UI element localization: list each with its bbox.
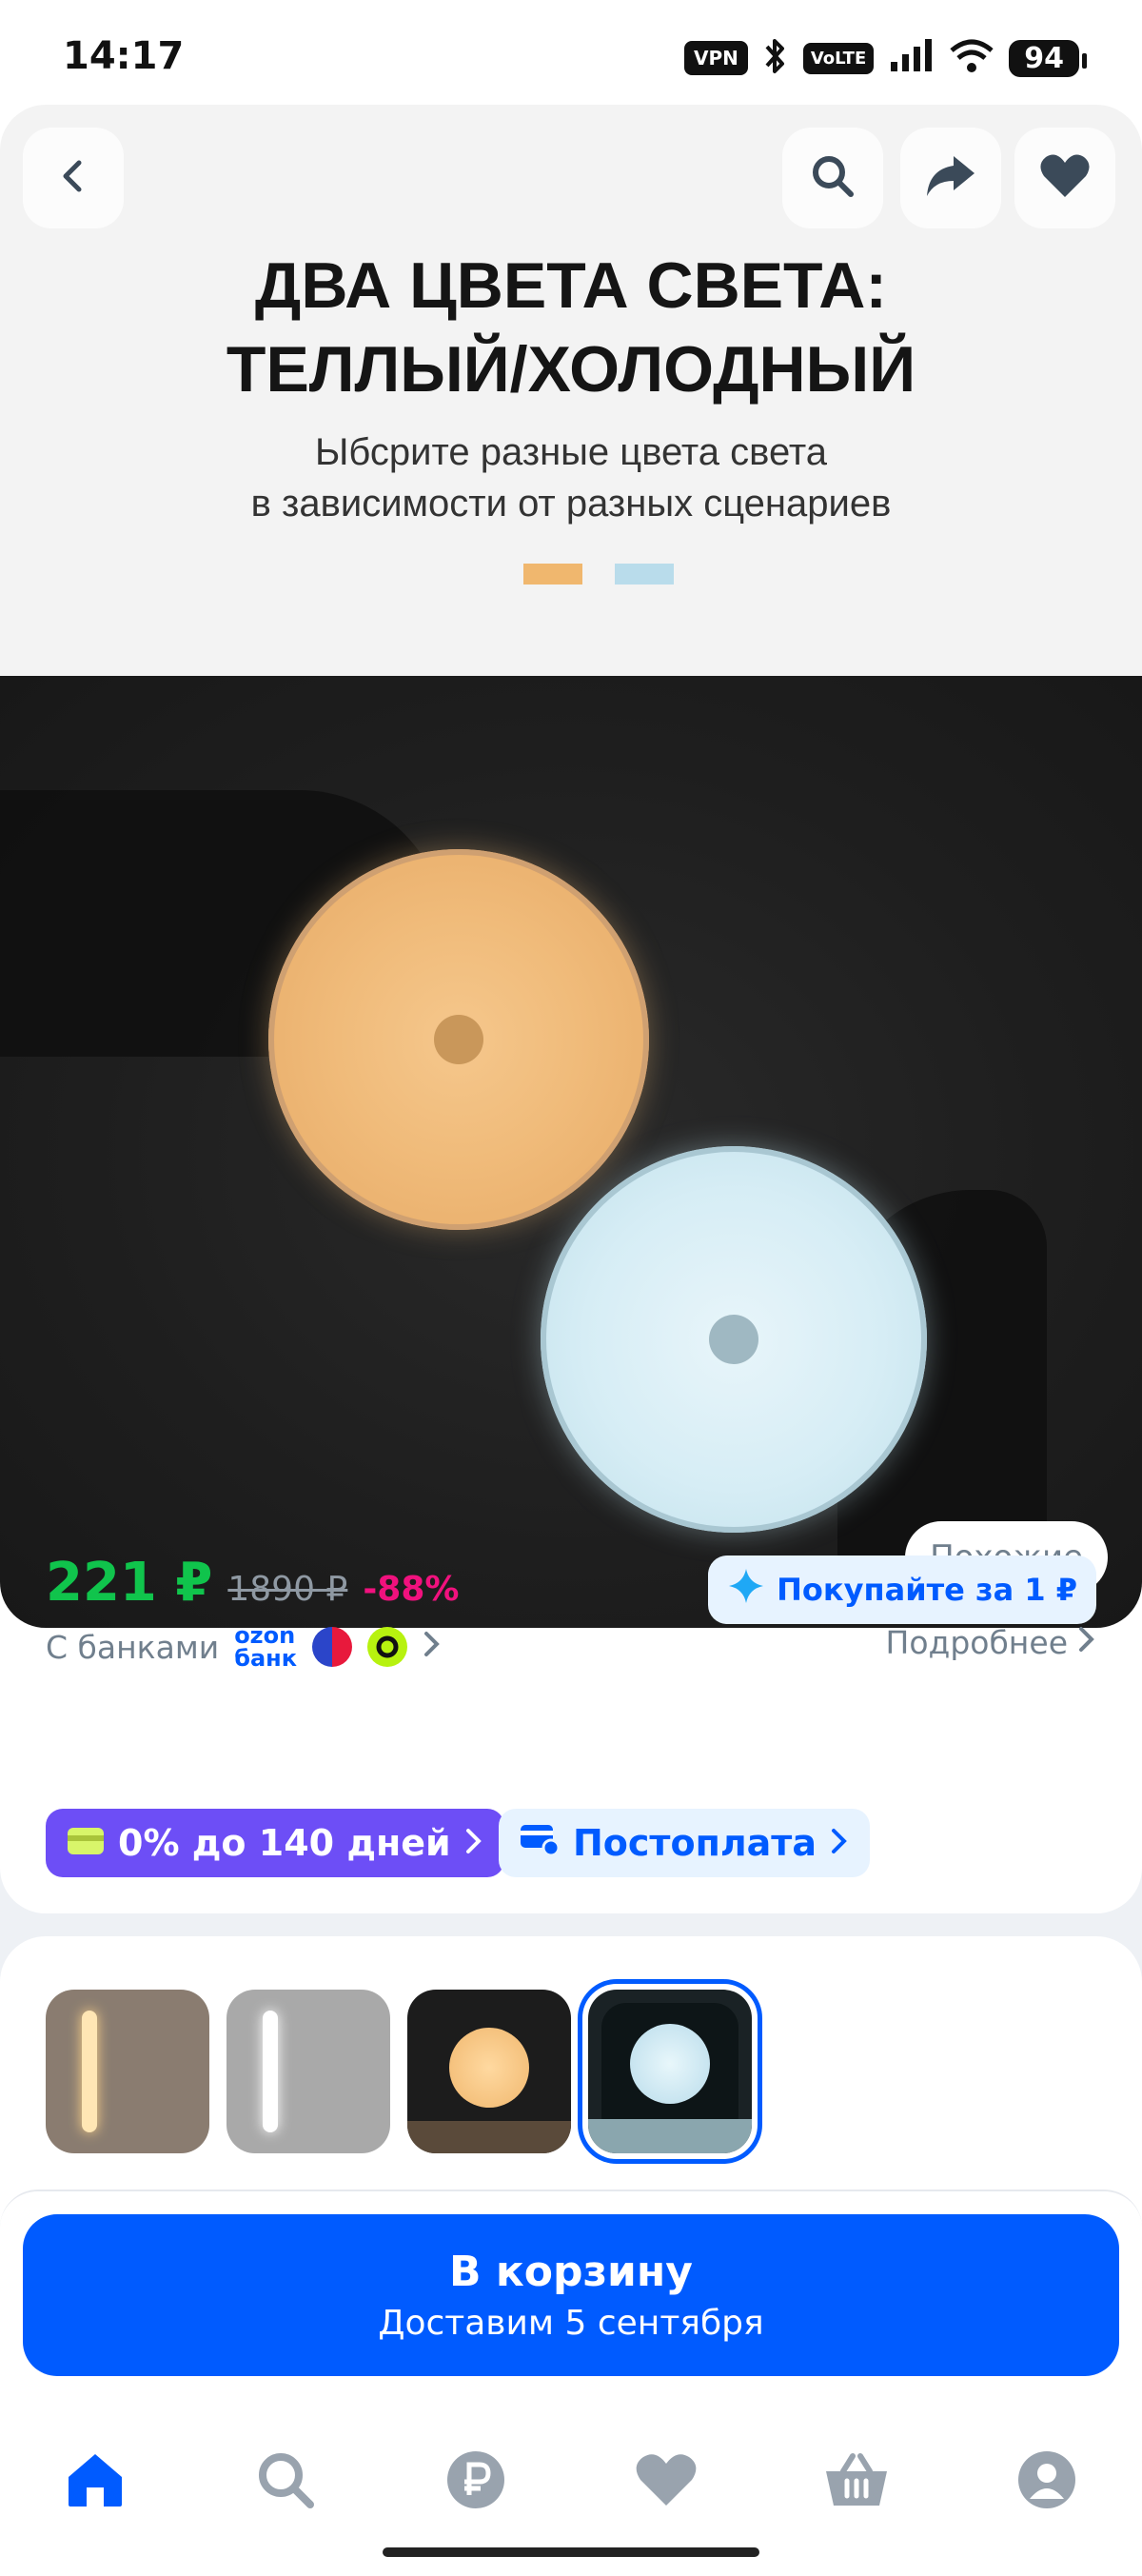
status-icons: VPN VoLTE 94	[683, 34, 1087, 82]
heart-icon	[635, 2452, 698, 2511]
disc-sensor	[709, 1315, 758, 1364]
banner-subtitle-line-2: в зависимости от разных сценариев	[250, 483, 892, 525]
status-bar: 14:17 VPN VoLTE 94	[0, 0, 1142, 105]
search-button[interactable]	[782, 128, 883, 228]
disc-sensor	[434, 1015, 483, 1064]
add-to-cart-button[interactable]: В корзину Доставим 5 сентября	[23, 2214, 1119, 2376]
banner-subtitle: Ыбсрите разные цвета света в зависимости…	[0, 426, 1142, 529]
color-swatches	[523, 564, 674, 585]
cool-light-disc	[541, 1146, 927, 1533]
share-button[interactable]	[900, 128, 1001, 228]
ozon-bank-logo-line-2: банк	[234, 1645, 298, 1672]
variant-thumb-cool-bar[interactable]	[226, 1990, 390, 2153]
more-label: Подробнее	[885, 1624, 1069, 1661]
basket-icon	[824, 2452, 889, 2511]
bluetooth-icon	[763, 37, 788, 79]
warm-swatch	[523, 564, 582, 585]
variant-thumb-cool-disc[interactable]	[578, 1979, 762, 2164]
disc-light-shape	[449, 2028, 529, 2108]
postpay-icon	[520, 1822, 561, 1864]
product-gallery[interactable]: ДВА ЦВЕТА СВЕТА: ТЕЛЛЫЙ/ХОЛОДНЫЙ Ыбсрите…	[0, 105, 1142, 1628]
chevron-right-icon	[423, 1628, 442, 1667]
volte-badge: VoLTE	[802, 42, 875, 74]
bank-logo	[367, 1627, 408, 1667]
share-icon	[925, 154, 976, 202]
banner-headline: ДВА ЦВЕТА СВЕТА: ТЕЛЛЫЙ/ХОЛОДНЫЙ	[0, 244, 1142, 411]
chevron-right-icon	[830, 1822, 849, 1864]
wifi-icon	[950, 39, 994, 77]
battery-indicator: 94	[1009, 39, 1087, 77]
profile-icon	[1016, 2449, 1077, 2514]
old-price: 1890 ₽	[227, 1570, 348, 1609]
installment-button[interactable]: 0% до 140 дней	[46, 1809, 504, 1877]
promo-pill[interactable]: Покупайте за 1 ₽	[708, 1556, 1096, 1624]
cart-title: В корзину	[449, 2248, 693, 2296]
variant-thumb-warm-disc[interactable]	[407, 1990, 571, 2153]
chevron-right-icon	[464, 1822, 483, 1864]
banner-subtitle-line-1: Ыбсрите разные цвета света	[315, 431, 827, 473]
search-icon	[255, 2449, 316, 2514]
favorite-button[interactable]	[1014, 128, 1115, 228]
vpn-badge: VPN	[683, 41, 748, 75]
product-photo	[0, 676, 1142, 1628]
more-link[interactable]: Подробнее	[886, 1624, 1097, 1661]
product-card: ДВА ЦВЕТА СВЕТА: ТЕЛЛЫЙ/ХОЛОДНЫЙ Ыбсрите…	[0, 105, 1142, 1913]
cart-delivery-date: Доставим 5 сентября	[378, 2304, 764, 2343]
discount-badge: -88%	[363, 1570, 460, 1609]
home-indicator[interactable]	[383, 2547, 759, 2557]
chevron-right-icon	[1077, 1624, 1096, 1661]
variant-thumb-warm-bar[interactable]	[46, 1990, 209, 2153]
postpay-label: Постоплата	[573, 1822, 817, 1864]
ozon-bank-logo-line-1: ozon	[234, 1622, 296, 1649]
search-icon	[809, 152, 856, 204]
ozon-bank-logo: ozon банк	[234, 1624, 297, 1670]
nav-finance[interactable]	[423, 2429, 528, 2534]
current-price: 221 ₽	[46, 1552, 213, 1614]
banks-row[interactable]: С банками ozon банк	[46, 1624, 442, 1670]
disc-light-shape	[630, 2024, 710, 2104]
back-icon	[54, 157, 92, 199]
nav-cart[interactable]	[804, 2429, 909, 2534]
nav-profile[interactable]	[994, 2429, 1099, 2534]
banks-label: С банками	[46, 1628, 220, 1666]
bank-logo	[312, 1627, 353, 1667]
warm-light-disc	[268, 849, 649, 1230]
promo-label: Покупайте за 1 ₽	[777, 1572, 1077, 1608]
bar-light-shape	[82, 2011, 97, 2132]
heart-icon	[1039, 153, 1091, 203]
bar-light-shape	[263, 2011, 278, 2132]
nav-home[interactable]	[43, 2429, 148, 2534]
back-button[interactable]	[23, 128, 124, 228]
signal-icon	[889, 39, 935, 77]
sparkle-icon	[727, 1567, 765, 1613]
home-icon	[66, 2451, 125, 2512]
status-time: 14:17	[63, 34, 185, 78]
reflection-shape	[588, 2119, 752, 2153]
price-row: 221 ₽ 1890 ₽ -88%	[46, 1552, 459, 1614]
cool-swatch	[615, 564, 674, 585]
postpay-button[interactable]: Постоплата	[499, 1809, 870, 1877]
nav-favorites[interactable]	[614, 2429, 719, 2534]
ruble-icon	[445, 2449, 506, 2514]
reflection-shape	[407, 2121, 571, 2153]
banner-headline-line-2: ТЕЛЛЫЙ/ХОЛОДНЫЙ	[226, 333, 916, 406]
nav-search[interactable]	[233, 2429, 338, 2534]
installment-label: 0% до 140 дней	[118, 1822, 451, 1864]
banner-headline-line-1: ДВА ЦВЕТА СВЕТА:	[254, 249, 888, 322]
card-icon	[67, 1822, 105, 1864]
